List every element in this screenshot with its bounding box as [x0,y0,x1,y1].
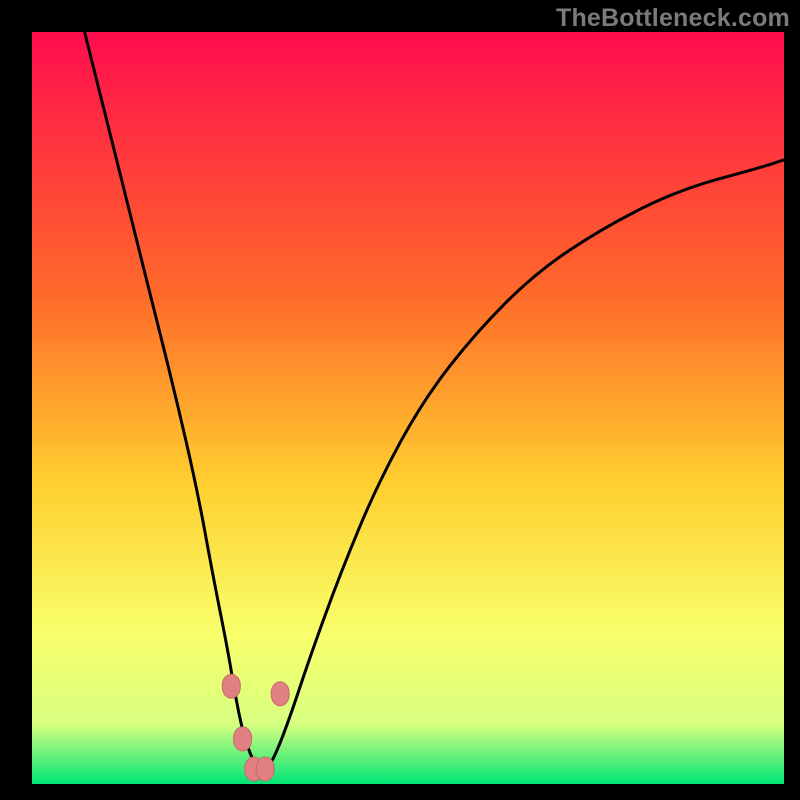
curve-marker [271,682,289,706]
plot-svg [32,32,784,784]
watermark-text: TheBottleneck.com [556,4,790,33]
curve-marker [256,757,274,781]
chart-frame: TheBottleneck.com [0,0,800,800]
curve-marker [222,674,240,698]
plot-area [32,32,784,784]
gradient-background [32,32,784,784]
curve-marker [234,727,252,751]
